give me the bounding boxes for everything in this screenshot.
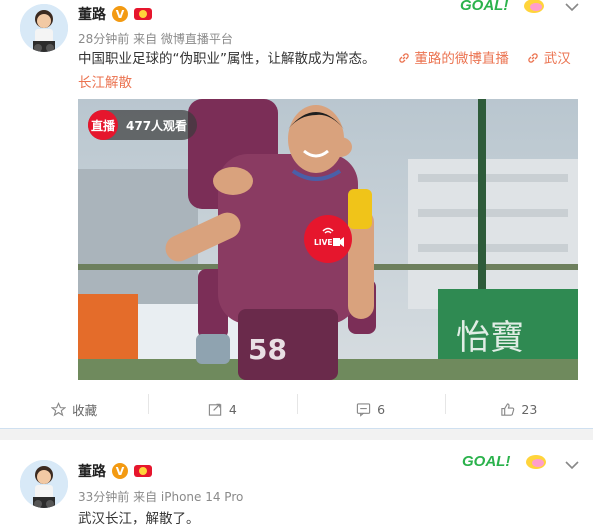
- post-meta: 28分钟前 来自 微博直播平台: [78, 32, 233, 46]
- live-status-badge: 直播 477人观看: [88, 110, 198, 140]
- svg-text:怡寶: 怡寶: [456, 318, 524, 358]
- svg-text:58: 58: [248, 333, 287, 366]
- live-link-label: 董路的微博直播: [414, 51, 509, 67]
- broadcast-icon: LIVE: [314, 227, 344, 247]
- repost-button[interactable]: 4: [148, 393, 296, 417]
- medal-icon: [134, 465, 152, 477]
- goal-badge-icon: GOAL!: [460, 0, 544, 14]
- goal-badge-text: GOAL!: [462, 453, 510, 470]
- author-name[interactable]: 董路: [78, 4, 106, 24]
- post-divider: [0, 428, 593, 440]
- author-name[interactable]: 董路: [78, 461, 106, 481]
- feed-post-1: 董路 V 28分钟前 来自 微博直播平台 GOAL! 中国职业足球的“伪职业”属…: [0, 0, 593, 428]
- avatar-image: [20, 4, 68, 52]
- comment-icon: [356, 402, 371, 417]
- repost-count: 4: [228, 401, 237, 417]
- repost-icon: [208, 403, 222, 416]
- favorite-button[interactable]: 收藏: [0, 400, 148, 419]
- chevron-down-icon[interactable]: [565, 2, 579, 12]
- live-video-thumbnail[interactable]: 怡寶 58 直播 477人观看 LIVE: [78, 99, 578, 380]
- comment-count: 6: [377, 401, 386, 417]
- author-row: 董路 V: [78, 461, 152, 481]
- link-icon: [528, 53, 539, 63]
- topic-link-label-1: 武汉: [543, 51, 571, 67]
- star-icon: [51, 401, 67, 416]
- feed-post-2: 董路 V 33分钟前 来自 iPhone 14 Pro GOAL! 武汉长江，解…: [0, 440, 593, 532]
- chevron-down-icon[interactable]: [565, 460, 579, 470]
- post-text: 中国职业足球的“伪职业”属性，让解散成为常态。 董路的微博直播 武汉 长江解散: [78, 47, 573, 95]
- goal-badge-icon: GOAL!: [462, 453, 546, 470]
- avatar-image: [20, 460, 68, 508]
- medal-icon: [134, 8, 152, 20]
- author-row: 董路 V: [78, 4, 152, 24]
- comment-button[interactable]: 6: [296, 393, 445, 417]
- post-text: 武汉长江，解散了。: [78, 511, 200, 527]
- link-icon: [399, 53, 409, 63]
- live-label: 直播: [88, 110, 118, 140]
- like-count: 23: [521, 401, 538, 417]
- avatar[interactable]: [20, 4, 68, 52]
- post-actions: 收藏 4 6 23: [0, 390, 593, 428]
- avatar[interactable]: [20, 460, 68, 508]
- verified-badge: V: [112, 463, 128, 479]
- post-text-main: 中国职业足球的“伪职业”属性，让解散成为常态。: [78, 51, 376, 67]
- live-label-text: 直播: [90, 118, 115, 133]
- goal-badge-text: GOAL!: [460, 0, 508, 14]
- topic-link-label-2: 长江解散: [78, 75, 132, 91]
- live-link[interactable]: 董路的微博直播: [398, 51, 513, 67]
- live-play-button[interactable]: LIVE: [304, 215, 352, 263]
- verified-badge: V: [112, 6, 128, 22]
- like-button[interactable]: 23: [444, 393, 593, 417]
- live-button-text: LIVE: [314, 238, 333, 247]
- like-icon: [501, 402, 515, 416]
- viewer-count: 477人观看: [126, 118, 188, 133]
- post-meta: 33分钟前 来自 iPhone 14 Pro: [78, 490, 244, 504]
- favorite-label: 收藏: [72, 402, 98, 418]
